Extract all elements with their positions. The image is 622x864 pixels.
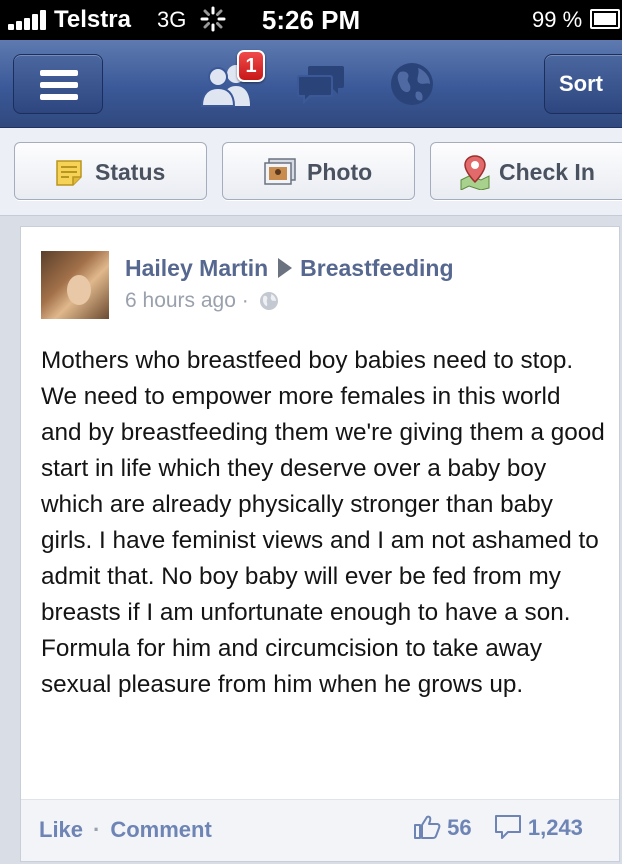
avatar[interactable]: [41, 251, 109, 319]
check-in-button[interactable]: Check In: [430, 142, 622, 200]
photo-label: Photo: [307, 159, 373, 185]
photo-icon: [264, 158, 296, 185]
like-count[interactable]: 56: [447, 815, 471, 840]
posted-to-arrow-icon: [278, 258, 293, 278]
story-header: Hailey Martin Breastfeeding: [125, 255, 454, 282]
story-actions: Like · Comment: [39, 817, 212, 843]
check-in-label: Check In: [499, 159, 595, 185]
status-button[interactable]: Status: [14, 142, 207, 200]
battery-icon: [590, 9, 620, 29]
status-note-icon: [56, 160, 82, 186]
status-label: Status: [95, 159, 166, 185]
publisher-bar: Status Photo Check In: [0, 128, 622, 216]
clock: 5:26 PM: [261, 5, 361, 35]
story-meta: 6 hours ago ·: [125, 289, 279, 313]
target-page-link[interactable]: Breastfeeding: [300, 255, 453, 281]
comment-button[interactable]: Comment: [110, 817, 211, 842]
comment-bubble-icon: [494, 815, 521, 839]
story-text: Mothers who breastfeed boy babies need t…: [41, 347, 605, 698]
location-pin-icon: [460, 155, 490, 190]
photo-button[interactable]: Photo: [222, 142, 415, 200]
like-button[interactable]: Like: [39, 817, 83, 842]
author-name-link[interactable]: Hailey Martin: [125, 255, 268, 281]
action-separator: ·: [93, 817, 101, 842]
public-globe-icon: [259, 292, 278, 310]
friend-requests-badge: 1: [237, 50, 265, 82]
notifications-globe-icon[interactable]: [388, 60, 436, 108]
story-footer: Like · Comment 56 1,243: [21, 799, 619, 861]
story-counts: 56 1,243: [413, 814, 583, 841]
comment-count[interactable]: 1,243: [528, 815, 583, 840]
messages-icon[interactable]: [296, 64, 346, 106]
meta-separator: ·: [241, 289, 249, 312]
battery-percent: 99 %: [532, 7, 583, 32]
sort-button[interactable]: Sort: [544, 54, 622, 114]
top-nav-bar: 1 Sort: [0, 40, 622, 128]
status-bar: Telstra 3G 5:26 PM 99 %: [0, 0, 622, 40]
timestamp[interactable]: 6 hours ago: [125, 289, 236, 312]
menu-button[interactable]: [13, 54, 103, 114]
news-feed-story: Hailey Martin Breastfeeding 6 hours ago ·…: [20, 226, 620, 862]
thumbs-up-icon: [414, 815, 441, 839]
